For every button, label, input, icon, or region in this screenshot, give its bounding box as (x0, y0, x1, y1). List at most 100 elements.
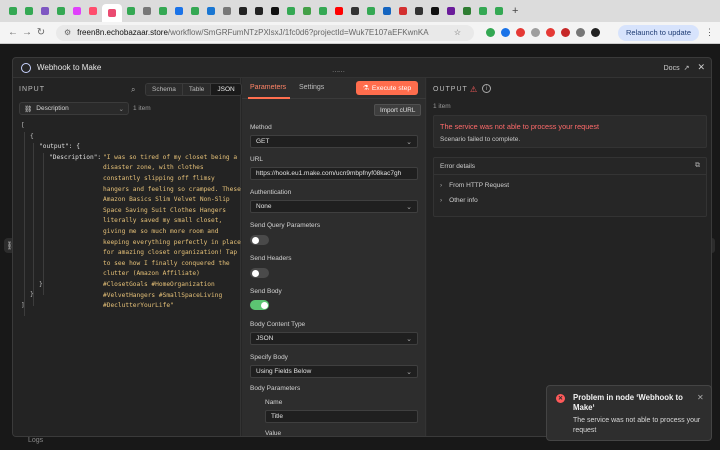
back-arrow-icon[interactable]: ← (6, 27, 20, 38)
favicon-icon (127, 7, 135, 15)
error-subtitle: Scenario failed to complete. (440, 136, 521, 143)
drag-handle-icon[interactable]: ⋯⋯ (332, 68, 345, 76)
tab-sheets-favicon[interactable] (316, 4, 330, 18)
tab-json[interactable]: JSON (211, 84, 241, 95)
tab-sheets-favicon[interactable] (188, 4, 202, 18)
item-count: 1 item (133, 105, 151, 112)
browser-menu-icon[interactable]: ⋮ (705, 27, 714, 38)
tab-blue-favicon[interactable] (172, 4, 186, 18)
extension-icon[interactable] (591, 28, 600, 37)
tab-forms-favicon[interactable] (38, 4, 52, 18)
address-bar[interactable]: ⚙ freen8n.echobazaar.store /workflow/SmG… (56, 24, 474, 41)
tab-n8n-favicon[interactable] (102, 4, 122, 22)
copy-icon[interactable]: ⧉ (695, 162, 700, 170)
import-curl-button[interactable]: Import cURL (374, 104, 422, 116)
url-label: URL (250, 156, 264, 163)
bookmark-star-icon[interactable]: ☆ (454, 28, 466, 37)
extension-icon[interactable] (516, 28, 525, 37)
extension-icon[interactable] (546, 28, 555, 37)
url-input[interactable]: https://hook.eu1.make.com/ucn9mbpfnyf08k… (250, 167, 418, 180)
tab-table[interactable]: Table (182, 84, 212, 95)
method-select[interactable]: GET ⌄ (250, 135, 418, 148)
field-selector[interactable]: ⛓ Description ⌄ (19, 102, 129, 115)
field-selector-value: Description (36, 105, 69, 112)
forward-arrow-icon[interactable]: → (20, 27, 34, 38)
tab-sheets-favicon[interactable] (6, 4, 20, 18)
docs-link[interactable]: Docs ↗ (664, 64, 690, 72)
toast-title: Problem in node ‘Webhook to Make‘ (573, 393, 683, 412)
tab-schema[interactable]: Schema (146, 84, 183, 95)
chevron-right-icon: › (440, 182, 443, 189)
tab-green-favicon[interactable] (300, 4, 314, 18)
tab-github-favicon[interactable] (236, 4, 250, 18)
tab-bluetext-favicon[interactable] (204, 4, 218, 18)
site-info-icon[interactable]: ⚙ (64, 28, 71, 37)
favicon-icon (159, 7, 167, 15)
tab-make-favicon[interactable] (70, 4, 84, 18)
tab-black-favicon[interactable] (268, 4, 282, 18)
tab-parameters[interactable]: Parameters (250, 84, 286, 91)
new-tab-icon[interactable]: + (512, 5, 518, 17)
extension-icon[interactable] (561, 28, 570, 37)
tab-dark-favicon[interactable] (412, 4, 426, 18)
tab-dark-favicon[interactable] (348, 4, 362, 18)
extension-icon[interactable] (501, 28, 510, 37)
tab-sheets-favicon[interactable] (476, 4, 490, 18)
favicon-icon (447, 7, 455, 15)
node-title[interactable]: Webhook to Make (37, 63, 101, 72)
link-icon: ⛓ (24, 105, 33, 113)
url-path: /workflow/SmGRFumNTzPXlsxJ/1fc0d6?projec… (167, 28, 429, 37)
relaunch-button[interactable]: Relaunch to update (617, 24, 699, 41)
tab-sheets-favicon[interactable] (364, 4, 378, 18)
browser-tab-bar: + (0, 0, 720, 22)
reload-icon[interactable]: ↻ (34, 27, 48, 38)
authentication-select[interactable]: None ⌄ (250, 200, 418, 213)
output-heading: OUTPUT (433, 86, 468, 93)
tab-sheets-favicon[interactable] (22, 4, 36, 18)
close-icon[interactable]: ✕ (697, 393, 704, 402)
favicon-icon (89, 7, 97, 15)
tab-gear-favicon[interactable] (220, 4, 234, 18)
input-heading: INPUT (19, 86, 45, 93)
error-details-header: Error details ⧉ (434, 158, 706, 175)
favicon-icon (463, 7, 471, 15)
favicon-icon (143, 7, 151, 15)
tab-blue-favicon[interactable] (380, 4, 394, 18)
tab-red-favicon[interactable] (396, 4, 410, 18)
tab-purple-favicon[interactable] (444, 4, 458, 18)
tab-sheets-favicon[interactable] (156, 4, 170, 18)
tab-black-favicon[interactable] (428, 4, 442, 18)
logs-label[interactable]: Logs (28, 437, 43, 444)
name-input[interactable]: Title (265, 410, 418, 423)
specify-body-select[interactable]: Using Fields Below ⌄ (250, 365, 418, 378)
close-icon[interactable]: ✕ (697, 62, 705, 73)
detail-item-http-request[interactable]: › From HTTP Request (440, 182, 509, 189)
extension-icon[interactable] (531, 28, 540, 37)
execute-step-button[interactable]: ⚗ Execute step (356, 81, 418, 95)
favicon-icon (9, 7, 17, 15)
info-icon[interactable]: i (482, 84, 491, 93)
extension-icon[interactable] (486, 28, 495, 37)
webhook-globe-icon (21, 62, 31, 73)
chevron-down-icon: ⌄ (406, 138, 412, 146)
json-viewer: [ { "output": { "Description": "I was so… (21, 121, 241, 316)
send-headers-toggle[interactable] (250, 268, 269, 278)
tab-settings[interactable]: Settings (299, 84, 324, 91)
send-body-toggle[interactable] (250, 300, 269, 310)
search-icon[interactable]: ⌕ (131, 85, 135, 95)
detail-item-other-info[interactable]: › Other info (440, 197, 478, 204)
extension-icon[interactable] (576, 28, 585, 37)
tab-sheets-favicon[interactable] (54, 4, 68, 18)
tab-gear-favicon[interactable] (140, 4, 154, 18)
tab-make-favicon[interactable] (86, 4, 100, 18)
send-query-toggle[interactable] (250, 235, 269, 245)
body-content-type-select[interactable]: JSON ⌄ (250, 332, 418, 345)
tab-github-favicon[interactable] (252, 4, 266, 18)
tab-green-favicon[interactable] (460, 4, 474, 18)
tab-sheets-favicon[interactable] (492, 4, 506, 18)
favicon-icon (41, 7, 49, 15)
specify-body-label: Specify Body (250, 354, 288, 361)
tab-sheets-favicon[interactable] (124, 4, 138, 18)
tab-sheets-favicon[interactable] (284, 4, 298, 18)
tab-youtube-favicon[interactable] (332, 4, 346, 18)
